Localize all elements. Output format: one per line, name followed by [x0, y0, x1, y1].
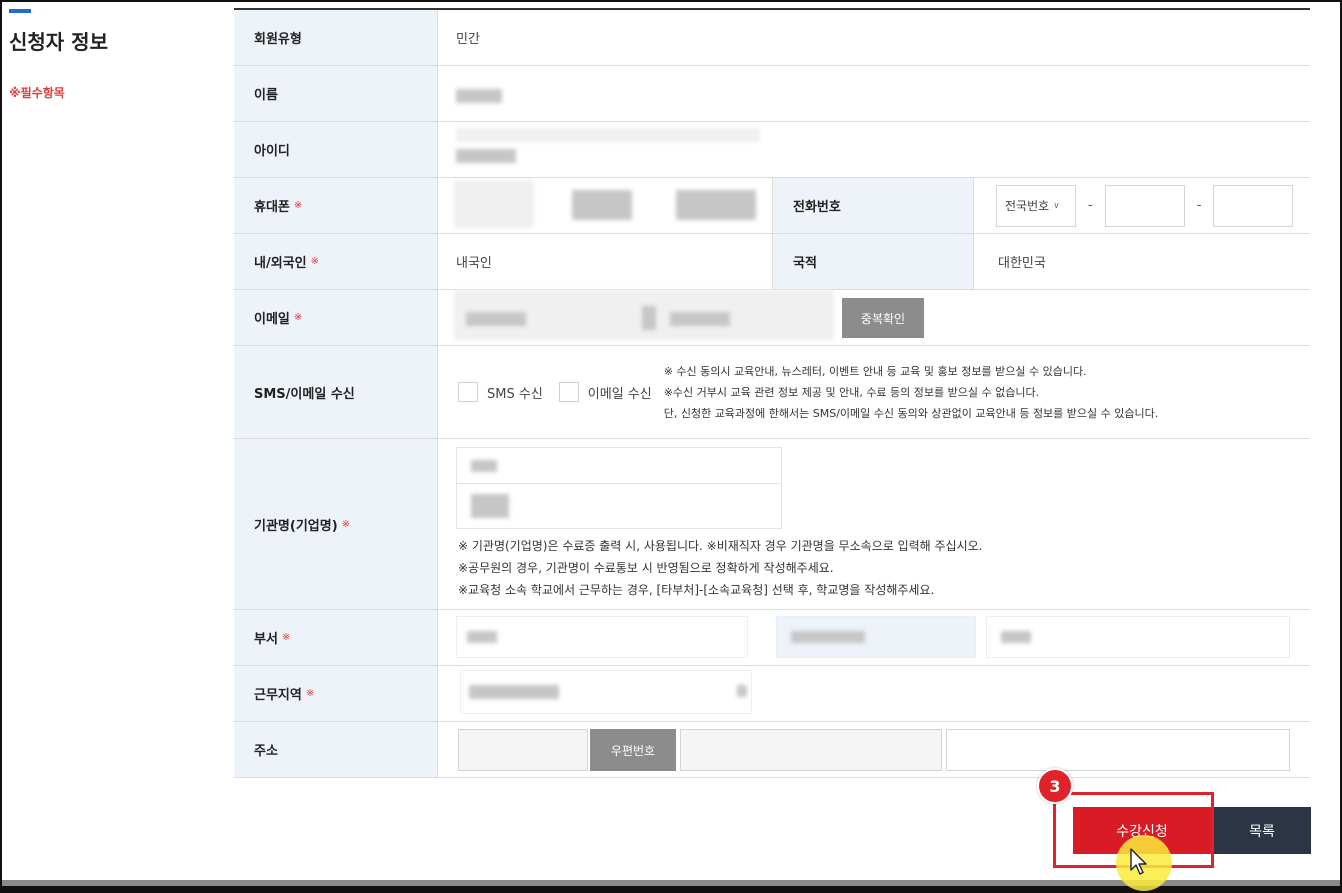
country-label: 국적 — [772, 234, 974, 289]
organization-field: ※ 기관명(기업명)은 수료증 출력 시, 사용됩니다. ※비재직자 경우 기관… — [438, 439, 1310, 609]
email-id-redacted — [466, 312, 526, 326]
department-inputs — [438, 610, 1310, 665]
address-label: 주소 — [234, 722, 438, 777]
mobile-part1-redacted — [454, 180, 534, 228]
work-region-select[interactable] — [460, 670, 752, 714]
name-label: 이름 — [234, 66, 438, 121]
phone-area-select[interactable]: 전국번호 ∨ — [996, 184, 1076, 227]
email-label: 이메일 ※ — [234, 290, 438, 345]
email-consent-label[interactable]: 이메일 수신 — [588, 383, 652, 402]
address-line1-input[interactable] — [680, 729, 942, 771]
user-id-value — [438, 122, 1310, 177]
sms-email-label: SMS/이메일 수신 — [234, 346, 438, 438]
user-id-redacted-top — [456, 128, 760, 142]
email-inputs: 중복확인 — [438, 290, 1310, 345]
country-value: 대한민국 — [998, 256, 1046, 271]
name-value — [438, 66, 1310, 121]
sms-email-options: SMS 수신 이메일 수신 ※ 수신 동의시 교육안내, 뉴스레터, 이벤트 안… — [438, 346, 1310, 438]
sms-consent-checkbox[interactable] — [458, 382, 478, 402]
phone-last-input[interactable] — [1213, 184, 1294, 227]
list-button[interactable]: 목록 — [1213, 807, 1311, 854]
department-input-2[interactable] — [776, 616, 976, 658]
sms-consent-label[interactable]: SMS 수신 — [487, 383, 543, 402]
email-consent-checkbox[interactable] — [558, 382, 579, 402]
organization-select-redacted — [471, 460, 497, 472]
work-region-arrow-redacted — [737, 685, 747, 697]
phone-separator: - — [1196, 198, 1202, 213]
phone-separator: - — [1088, 198, 1093, 213]
zip-code-input[interactable] — [458, 729, 588, 771]
organization-notice: ※ 기관명(기업명)은 수료증 출력 시, 사용됩니다. ※비재직자 경우 기관… — [458, 539, 983, 597]
department-redacted-2 — [791, 631, 865, 643]
department-redacted-1 — [467, 631, 497, 643]
row-organization: 기관명(기업명) ※ ※ 기관명(기업명)은 수료증 출력 시, 사용됩니다. ※… — [234, 439, 1310, 610]
row-department: 부서 ※ — [234, 610, 1310, 666]
row-name: 이름 — [234, 66, 1310, 122]
mobile-part3-redacted — [676, 190, 756, 220]
phone-inputs: 전국번호 ∨ - - — [974, 178, 1308, 233]
row-nationality: 내/외국인 ※ 내국인 국적 대한민국 — [234, 234, 1310, 290]
work-region-redacted — [469, 685, 559, 699]
duplicate-check-button[interactable]: 중복확인 — [842, 298, 924, 338]
department-input-1[interactable] — [456, 616, 748, 658]
department-input-3[interactable] — [986, 616, 1290, 658]
mobile-inputs[interactable] — [438, 178, 772, 233]
applicant-info-table: 회원유형 민간 이름 아이디 휴대폰 ※ 전화번호 전국번호 ∨ - - 내/외… — [234, 8, 1310, 778]
organization-name-input[interactable] — [456, 483, 782, 529]
work-region-field — [438, 666, 1310, 721]
phone-middle-input[interactable] — [1104, 184, 1185, 227]
organization-name-redacted — [471, 494, 509, 518]
mobile-part2-redacted — [572, 190, 632, 220]
member-type-label: 회원유형 — [234, 10, 438, 65]
address-line2-input[interactable] — [946, 729, 1290, 771]
mobile-label: 휴대폰 ※ — [234, 178, 438, 233]
chevron-down-icon: ∨ — [1053, 200, 1060, 211]
department-redacted-3 — [1001, 631, 1031, 643]
row-address: 주소 우편번호 — [234, 722, 1310, 778]
row-mobile-phone: 휴대폰 ※ 전화번호 전국번호 ∨ - - — [234, 178, 1310, 234]
address-inputs: 우편번호 — [438, 722, 1310, 777]
email-domain-redacted — [670, 312, 730, 326]
organization-select[interactable] — [456, 447, 782, 485]
nationality-type-value: 내국인 — [456, 256, 492, 271]
consent-notice: ※ 수신 동의시 교육안내, 뉴스레터, 이벤트 안내 등 교육 및 홍보 정보… — [663, 364, 1159, 420]
row-sms-email: SMS/이메일 수신 SMS 수신 이메일 수신 ※ 수신 동의시 교육안내, … — [234, 346, 1310, 439]
member-type-value: 민간 — [456, 32, 480, 47]
nationality-type-label: 내/외국인 ※ — [234, 234, 438, 289]
section-accent-bar — [9, 9, 31, 13]
row-user-id: 아이디 — [234, 122, 1310, 178]
work-region-label: 근무지역 ※ — [234, 666, 438, 721]
organization-label: 기관명(기업명) ※ — [234, 439, 438, 609]
section-title: 신청자 정보 — [9, 30, 108, 54]
zip-code-button[interactable]: 우편번호 — [590, 729, 676, 771]
phone-label: 전화번호 — [772, 178, 974, 233]
department-label: 부서 ※ — [234, 610, 438, 665]
required-fields-note: ※필수항목 — [9, 86, 65, 100]
user-id-label: 아이디 — [234, 122, 438, 177]
email-at-redacted — [642, 306, 656, 330]
step-badge: 3 — [1037, 768, 1073, 804]
row-work-region: 근무지역 ※ — [234, 666, 1310, 722]
name-redacted — [456, 89, 502, 103]
user-id-redacted — [456, 149, 516, 163]
row-member-type: 회원유형 민간 — [234, 10, 1310, 66]
row-email: 이메일 ※ 중복확인 — [234, 290, 1310, 346]
mouse-pointer-icon — [1130, 848, 1147, 875]
